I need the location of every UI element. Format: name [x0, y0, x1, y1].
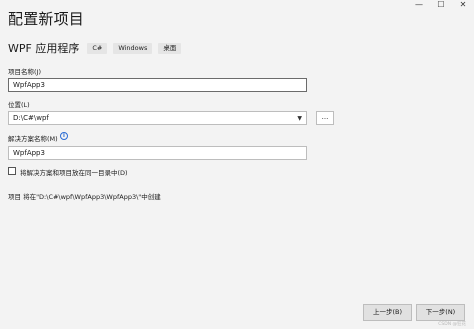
same-directory-label[interactable]: 将解决方案和项目放在同一目录中(D)	[20, 167, 128, 177]
solution-name-field[interactable]: WpfApp3	[8, 146, 307, 160]
tag-type: 桌面	[158, 42, 182, 54]
minimize-button[interactable]: —	[408, 0, 430, 10]
location-dropdown[interactable]: D:\C#\wpf ▼	[8, 111, 307, 125]
template-name: WPF 应用程序	[8, 42, 80, 55]
browse-button[interactable]: ...	[316, 111, 334, 125]
solution-name-label: 解决方案名称(M)	[8, 135, 58, 143]
next-button[interactable]: 下一步(N)	[416, 304, 465, 321]
info-icon[interactable]: i	[60, 132, 68, 140]
location-label: 位置(L)	[8, 101, 30, 109]
chevron-down-icon: ▼	[297, 115, 302, 122]
close-button[interactable]: ✕	[452, 0, 474, 10]
tag-platform: Windows	[113, 42, 153, 54]
location-value: D:\C#\wpf	[13, 114, 49, 122]
project-name-field[interactable]: WpfApp3	[8, 78, 307, 92]
window-controls: — ☐ ✕	[408, 0, 474, 10]
tag-language: C#	[87, 42, 108, 54]
back-button[interactable]: 上一步(B)	[363, 304, 412, 321]
page-title: 配置新项目	[8, 10, 85, 28]
maximize-button[interactable]: ☐	[430, 0, 452, 10]
creation-path-note: 项目 将在"D:\C#\wpf\WpfApp3\WpfApp3\"中创建	[8, 193, 161, 201]
same-directory-checkbox[interactable]	[8, 167, 16, 175]
project-name-label: 项目名称(J)	[8, 68, 41, 76]
watermark: CSDN @狂花	[438, 322, 466, 327]
template-summary: WPF 应用程序 C# Windows 桌面	[8, 40, 187, 56]
